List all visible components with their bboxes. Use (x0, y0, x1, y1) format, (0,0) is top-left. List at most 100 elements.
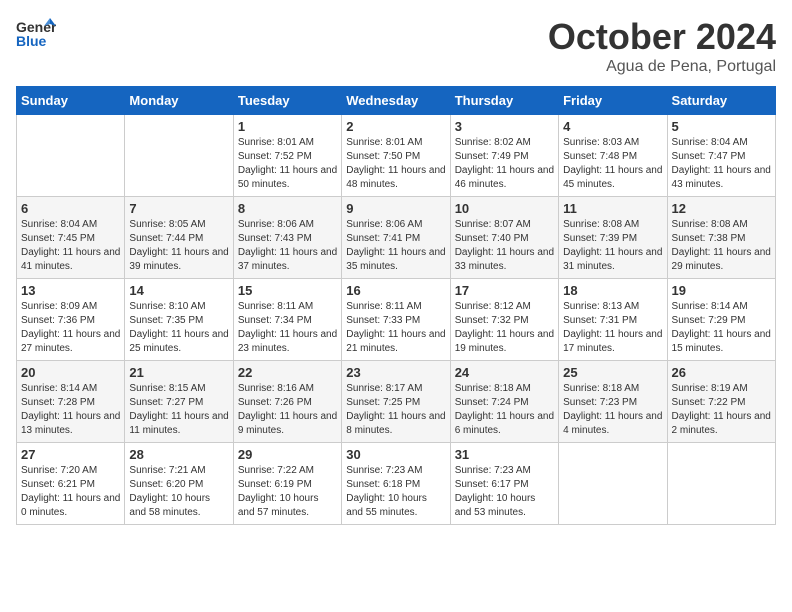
day-info: Sunrise: 8:11 AM Sunset: 7:33 PM Dayligh… (346, 300, 445, 356)
calendar-cell: 16Sunrise: 8:11 AM Sunset: 7:33 PM Dayli… (342, 279, 450, 361)
day-info: Sunrise: 8:02 AM Sunset: 7:49 PM Dayligh… (455, 136, 554, 192)
calendar-cell: 12 Sunrise: 8:08 AM Sunset: 7:38 PM Dayli… (667, 197, 775, 279)
day-header-saturday: Saturday (667, 87, 775, 115)
day-number: 9 (346, 201, 445, 216)
day-info: Sunrise: 8:10 AM Sunset: 7:35 PM Dayligh… (129, 300, 228, 356)
calendar-table: SundayMondayTuesdayWednesdayThursdayFrid… (16, 86, 776, 525)
calendar-cell: 24 Sunrise: 8:18 AM Sunset: 7:24 PM Dayli… (450, 361, 558, 443)
day-info: Sunrise: 8:03 AM Sunset: 7:48 PM Dayligh… (563, 136, 662, 192)
day-info: Sunrise: 8:07 AM Sunset: 7:40 PM Dayligh… (455, 218, 554, 274)
day-number: 18 (563, 283, 662, 298)
calendar-cell (559, 443, 667, 525)
day-number: 19 (672, 283, 771, 298)
day-number: 17 (455, 283, 554, 298)
day-number: 11 (563, 201, 662, 216)
logo: General Blue (16, 16, 60, 57)
calendar-cell: 6Sunrise: 8:04 AM Sunset: 7:45 PM Daylig… (17, 197, 125, 279)
day-header-sunday: Sunday (17, 87, 125, 115)
calendar-cell: 8Sunrise: 8:06 AM Sunset: 7:43 PM Daylig… (233, 197, 341, 279)
calendar-cell: 2 Sunrise: 8:01 AM Sunset: 7:50 PM Daylig… (342, 115, 450, 197)
day-info: Sunrise: 8:06 AM Sunset: 7:41 PM Dayligh… (346, 218, 445, 274)
calendar-cell: 27Sunrise: 7:20 AM Sunset: 6:21 PM Dayli… (17, 443, 125, 525)
day-info: Sunrise: 8:17 AM Sunset: 7:25 PM Dayligh… (346, 382, 445, 438)
day-number: 30 (346, 447, 445, 462)
calendar-cell: 28Sunrise: 7:21 AM Sunset: 6:20 PM Dayli… (125, 443, 233, 525)
day-header-monday: Monday (125, 87, 233, 115)
calendar-cell: 30Sunrise: 7:23 AM Sunset: 6:18 PM Dayli… (342, 443, 450, 525)
calendar-body: 1Sunrise: 8:01 AM Sunset: 7:52 PM Daylig… (17, 115, 776, 525)
day-number: 26 (672, 365, 771, 380)
day-number: 28 (129, 447, 228, 462)
svg-text:Blue: Blue (16, 33, 47, 49)
calendar-cell (17, 115, 125, 197)
day-number: 10 (455, 201, 554, 216)
calendar-week-3: 20 Sunrise: 8:14 AM Sunset: 7:28 PM Dayli… (17, 361, 776, 443)
logo-icon: General Blue (16, 16, 56, 52)
day-number: 13 (21, 283, 120, 298)
day-info: Sunrise: 8:05 AM Sunset: 7:44 PM Dayligh… (129, 218, 228, 274)
day-number: 8 (238, 201, 337, 216)
day-number: 3 (455, 119, 554, 134)
calendar-cell: 13 Sunrise: 8:09 AM Sunset: 7:36 PM Dayli… (17, 279, 125, 361)
day-header-tuesday: Tuesday (233, 87, 341, 115)
day-header-friday: Friday (559, 87, 667, 115)
day-number: 22 (238, 365, 337, 380)
day-info: Sunrise: 8:08 AM Sunset: 7:38 PM Dayligh… (672, 218, 771, 274)
calendar-week-2: 13 Sunrise: 8:09 AM Sunset: 7:36 PM Dayli… (17, 279, 776, 361)
calendar-cell: 3 Sunrise: 8:02 AM Sunset: 7:49 PM Daylig… (450, 115, 558, 197)
day-info: Sunrise: 8:15 AM Sunset: 7:27 PM Dayligh… (129, 382, 228, 438)
day-number: 25 (563, 365, 662, 380)
day-number: 7 (129, 201, 228, 216)
day-number: 15 (238, 283, 337, 298)
day-number: 4 (563, 119, 662, 134)
calendar-week-1: 6Sunrise: 8:04 AM Sunset: 7:45 PM Daylig… (17, 197, 776, 279)
calendar-cell: 5Sunrise: 8:04 AM Sunset: 7:47 PM Daylig… (667, 115, 775, 197)
calendar-header-row: SundayMondayTuesdayWednesdayThursdayFrid… (17, 87, 776, 115)
day-number: 27 (21, 447, 120, 462)
month-title: October 2024 (548, 16, 776, 58)
day-number: 31 (455, 447, 554, 462)
day-number: 12 (672, 201, 771, 216)
day-info: Sunrise: 8:14 AM Sunset: 7:29 PM Dayligh… (672, 300, 771, 356)
calendar-cell (667, 443, 775, 525)
calendar-cell: 25 Sunrise: 8:18 AM Sunset: 7:23 PM Dayli… (559, 361, 667, 443)
day-info: Sunrise: 8:08 AM Sunset: 7:39 PM Dayligh… (563, 218, 662, 274)
day-info: Sunrise: 8:19 AM Sunset: 7:22 PM Dayligh… (672, 382, 771, 438)
calendar-cell: 11 Sunrise: 8:08 AM Sunset: 7:39 PM Dayli… (559, 197, 667, 279)
day-number: 14 (129, 283, 228, 298)
calendar-cell (125, 115, 233, 197)
day-info: Sunrise: 8:04 AM Sunset: 7:47 PM Dayligh… (672, 136, 771, 192)
day-info: Sunrise: 8:04 AM Sunset: 7:45 PM Dayligh… (21, 218, 120, 274)
calendar-week-0: 1Sunrise: 8:01 AM Sunset: 7:52 PM Daylig… (17, 115, 776, 197)
calendar-cell: 23Sunrise: 8:17 AM Sunset: 7:25 PM Dayli… (342, 361, 450, 443)
day-info: Sunrise: 8:12 AM Sunset: 7:32 PM Dayligh… (455, 300, 554, 356)
calendar-cell: 9 Sunrise: 8:06 AM Sunset: 7:41 PM Daylig… (342, 197, 450, 279)
calendar-cell: 15Sunrise: 8:11 AM Sunset: 7:34 PM Dayli… (233, 279, 341, 361)
day-info: Sunrise: 8:09 AM Sunset: 7:36 PM Dayligh… (21, 300, 120, 356)
day-info: Sunrise: 8:01 AM Sunset: 7:50 PM Dayligh… (346, 136, 445, 192)
calendar-cell: 18Sunrise: 8:13 AM Sunset: 7:31 PM Dayli… (559, 279, 667, 361)
day-header-wednesday: Wednesday (342, 87, 450, 115)
calendar-cell: 31 Sunrise: 7:23 AM Sunset: 6:17 PM Dayli… (450, 443, 558, 525)
calendar-cell: 21 Sunrise: 8:15 AM Sunset: 7:27 PM Dayli… (125, 361, 233, 443)
day-number: 21 (129, 365, 228, 380)
day-info: Sunrise: 8:18 AM Sunset: 7:23 PM Dayligh… (563, 382, 662, 438)
calendar-cell: 29Sunrise: 7:22 AM Sunset: 6:19 PM Dayli… (233, 443, 341, 525)
day-number: 2 (346, 119, 445, 134)
day-info: Sunrise: 8:16 AM Sunset: 7:26 PM Dayligh… (238, 382, 337, 438)
page-header: General Blue October 2024 Agua de Pena, … (16, 16, 776, 76)
calendar-week-4: 27Sunrise: 7:20 AM Sunset: 6:21 PM Dayli… (17, 443, 776, 525)
day-info: Sunrise: 7:23 AM Sunset: 6:17 PM Dayligh… (455, 464, 554, 520)
calendar-cell: 20 Sunrise: 8:14 AM Sunset: 7:28 PM Dayli… (17, 361, 125, 443)
location-subtitle: Agua de Pena, Portugal (548, 58, 776, 76)
day-number: 20 (21, 365, 120, 380)
day-header-thursday: Thursday (450, 87, 558, 115)
day-info: Sunrise: 8:14 AM Sunset: 7:28 PM Dayligh… (21, 382, 120, 438)
calendar-cell: 4 Sunrise: 8:03 AM Sunset: 7:48 PM Daylig… (559, 115, 667, 197)
calendar-cell: 19 Sunrise: 8:14 AM Sunset: 7:29 PM Dayli… (667, 279, 775, 361)
day-info: Sunrise: 8:18 AM Sunset: 7:24 PM Dayligh… (455, 382, 554, 438)
day-number: 1 (238, 119, 337, 134)
calendar-cell: 22 Sunrise: 8:16 AM Sunset: 7:26 PM Dayli… (233, 361, 341, 443)
calendar-cell: 7 Sunrise: 8:05 AM Sunset: 7:44 PM Daylig… (125, 197, 233, 279)
day-number: 24 (455, 365, 554, 380)
